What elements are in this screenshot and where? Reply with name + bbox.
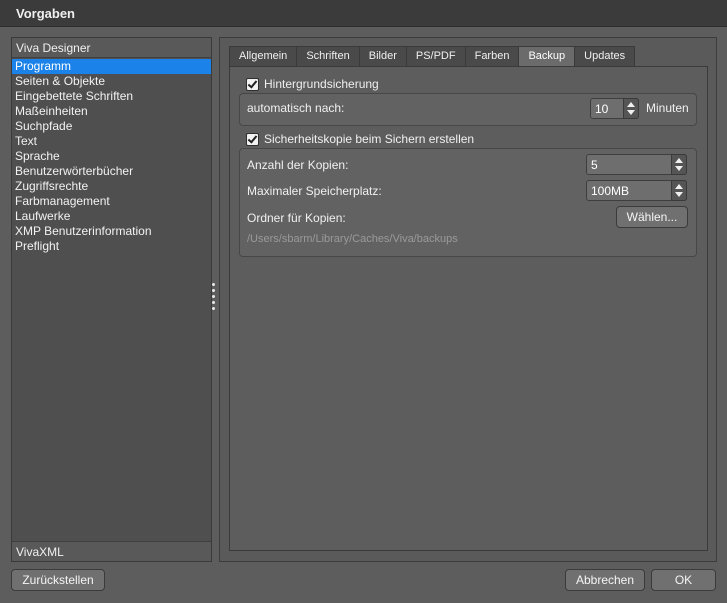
tab-schriften[interactable]: Schriften [296,46,359,67]
category-panel: Viva Designer Programm Seiten & Objekte … [11,37,212,562]
auto-after-stepper[interactable]: 10 [590,98,639,119]
tab-bar: Allgemein Schriften Bilder PS/PDF Farben… [229,46,636,67]
category-footer-item-vivaxml[interactable]: VivaXML [12,541,211,561]
window-title: Vorgaben [16,6,75,21]
category-item-preflight[interactable]: Preflight [12,239,211,254]
copies-value: 5 [591,158,598,172]
auto-after-label: automatisch nach: [247,101,345,115]
folder-path: /Users/sbarm/Library/Caches/Viva/backups [247,233,458,245]
category-header: Viva Designer [12,38,211,58]
copies-stepper[interactable]: 5 [586,154,687,175]
ok-button[interactable]: OK [651,569,716,591]
stepper-arrows-icon[interactable] [671,180,687,201]
max-storage-stepper[interactable]: 100MB [586,180,687,201]
max-storage-value: 100MB [591,184,630,198]
reset-button[interactable]: Zurückstellen [11,569,105,591]
safety-copy-checkbox[interactable]: Sicherheitskopie beim Sichern erstellen [246,132,474,146]
category-item-programm[interactable]: Programm [12,59,211,74]
auto-after-value: 10 [595,102,609,116]
category-list: Programm Seiten & Objekte Eingebettete S… [12,59,211,254]
category-item-eingebettete-schriften[interactable]: Eingebettete Schriften [12,89,211,104]
stepper-arrows-icon[interactable] [671,154,687,175]
category-item-suchpfade[interactable]: Suchpfade [12,119,211,134]
checkbox-checked-icon [246,132,259,146]
copies-label: Anzahl der Kopien: [247,158,349,172]
category-item-sprache[interactable]: Sprache [12,149,211,164]
checkbox-checked-icon [246,77,259,91]
tab-farben[interactable]: Farben [464,46,519,67]
tab-updates[interactable]: Updates [574,46,636,67]
tab-ps-pdf[interactable]: PS/PDF [405,46,465,67]
background-save-checkbox[interactable]: Hintergrundsicherung [246,77,379,91]
max-storage-label: Maximaler Speicherplatz: [247,184,382,198]
cancel-button[interactable]: Abbrechen [565,569,645,591]
choose-folder-button[interactable]: Wählen... [616,206,688,228]
background-save-label: Hintergrundsicherung [264,77,379,91]
category-item-laufwerke[interactable]: Laufwerke [12,209,211,224]
safety-copy-label: Sicherheitskopie beim Sichern erstellen [264,132,475,146]
tab-allgemein[interactable]: Allgemein [229,46,297,67]
category-item-masseinheiten[interactable]: Maßeinheiten [12,104,211,119]
category-item-xmp-benutzerinformation[interactable]: XMP Benutzerinformation [12,224,211,239]
category-item-text[interactable]: Text [12,134,211,149]
auto-after-unit: Minuten [646,101,689,115]
category-footer-label: VivaXML [16,545,64,559]
category-item-farbmanagement[interactable]: Farbmanagement [12,194,211,209]
category-item-seiten-objekte[interactable]: Seiten & Objekte [12,74,211,89]
tab-bilder[interactable]: Bilder [358,46,406,67]
category-header-label: Viva Designer [16,41,91,55]
splitter-handle[interactable] [212,283,216,317]
tab-backup[interactable]: Backup [518,46,575,67]
folder-label: Ordner für Kopien: [247,211,346,225]
stepper-arrows-icon[interactable] [623,98,639,119]
category-item-zugriffsrechte[interactable]: Zugriffsrechte [12,179,211,194]
category-item-benutzerwoerterbuecher[interactable]: Benutzerwörterbücher [12,164,211,179]
title-bar: Vorgaben [0,0,727,27]
